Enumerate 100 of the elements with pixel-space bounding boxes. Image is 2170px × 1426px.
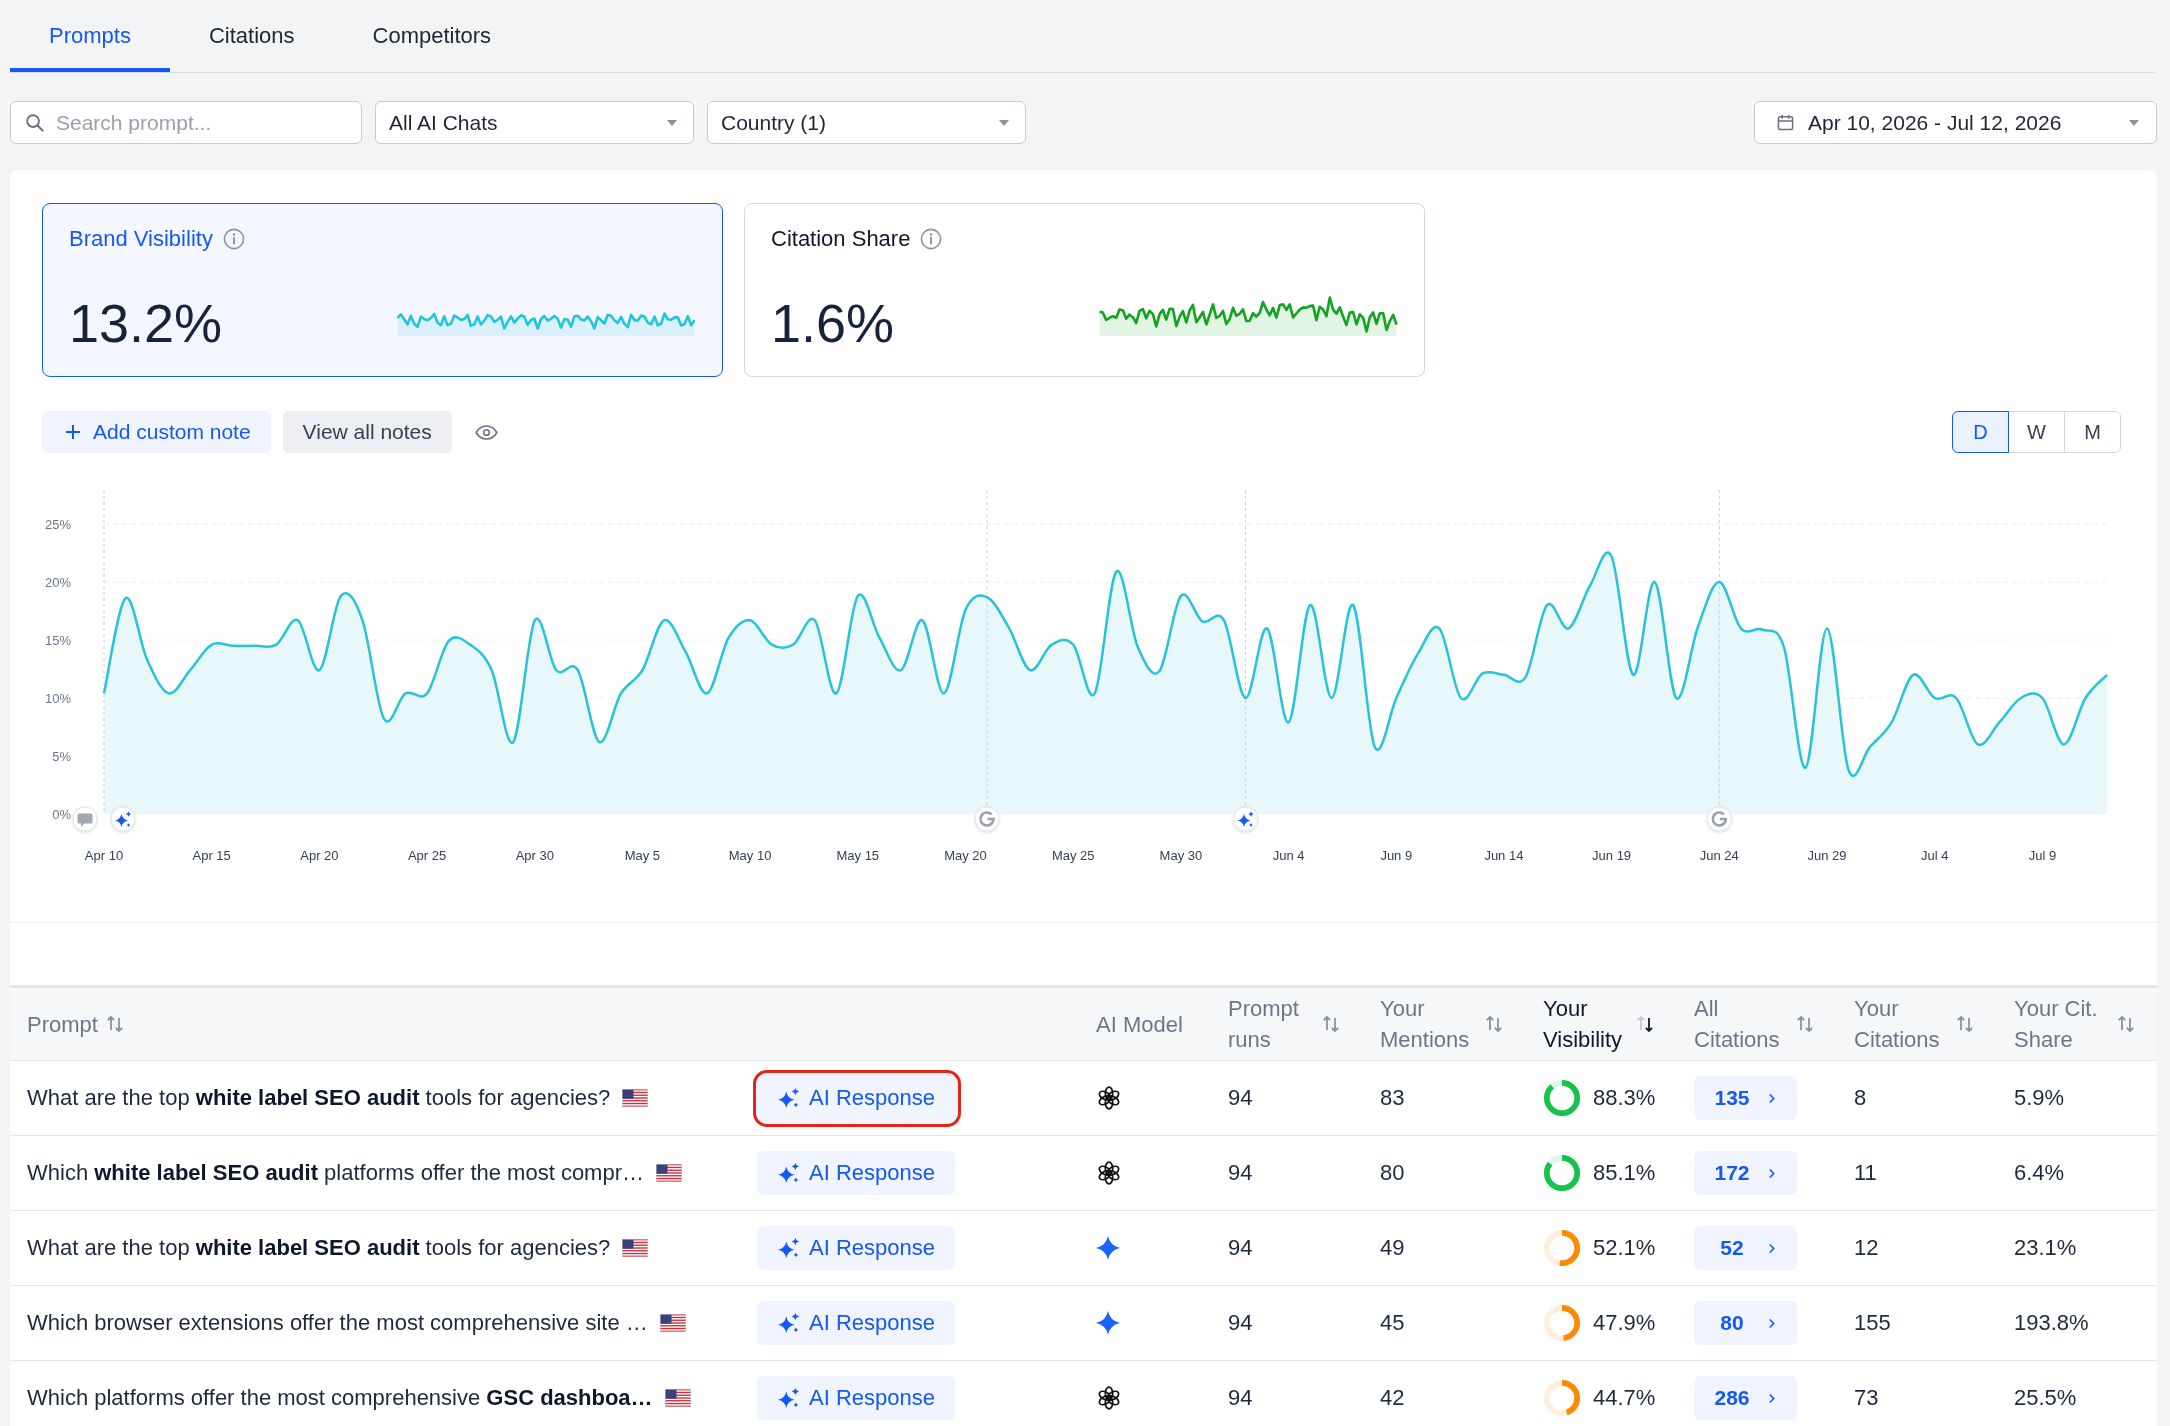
metric-card[interactable]: Citation Share 1.6% [744, 203, 1425, 377]
axis-label: Jul 4 [1920, 847, 1949, 863]
info-icon [920, 228, 943, 250]
period-toggle-button[interactable]: D [1952, 411, 2009, 453]
ai-response-button[interactable]: AI Response [753, 1069, 961, 1127]
chevron-icon [1768, 1167, 1775, 1179]
ai-response-button[interactable]: AI Response [757, 1301, 955, 1345]
caret-icon [999, 119, 1009, 126]
sparkle-icon [778, 1387, 800, 1409]
flag-icon [664, 1389, 691, 1407]
flag-icon [659, 1314, 686, 1332]
view-notes-button[interactable]: View all notes [282, 411, 452, 453]
flag-icon [622, 1239, 649, 1257]
axis-label: Apr 15 [192, 847, 231, 863]
sparkle-icon[interactable] [110, 806, 136, 832]
atom-icon [1096, 1385, 1122, 1411]
table-cell: 8 [1854, 1085, 1867, 1111]
chevron-icon [1768, 1392, 1775, 1404]
axis-label: Jun 9 [1380, 847, 1413, 863]
tab[interactable]: Citations [169, 0, 334, 72]
axis-label: May 15 [836, 847, 880, 863]
visibility-percent: 47.9% [1593, 1310, 1656, 1336]
axis-label: May 30 [1159, 847, 1203, 863]
prompt-text: What are the top white label SEO audit tools for agencies? [27, 1235, 611, 1261]
caret-icon [2129, 119, 2139, 126]
sort-icon[interactable] [1636, 1014, 1654, 1034]
ai-response-button[interactable]: AI Response [757, 1151, 955, 1195]
table-cell: 49 [1380, 1235, 1405, 1261]
column-header[interactable]: All Citations [1694, 993, 1814, 1055]
atom-icon [1096, 1085, 1122, 1111]
column-header[interactable]: Prompt runs [1228, 993, 1340, 1055]
table-cell: 193.8% [2014, 1310, 2089, 1336]
citations-link-button[interactable]: 52 [1694, 1226, 1797, 1270]
column-header[interactable]: Prompt [27, 1008, 124, 1040]
dropdown[interactable]: All AI Chats [375, 101, 694, 144]
ai-response-button[interactable]: AI Response [757, 1376, 955, 1420]
citations-link-button[interactable]: 286 [1694, 1376, 1797, 1420]
visibility-percent: 88.3% [1593, 1085, 1656, 1111]
axis-label: May 5 [624, 847, 661, 863]
dropdown[interactable]: Country (1) [707, 101, 1026, 144]
axis-label: Jun 19 [1592, 847, 1632, 863]
g-logo-icon[interactable] [1706, 806, 1732, 832]
citations-link-button[interactable]: 172 [1694, 1151, 1797, 1195]
column-header[interactable]: Your Visibility [1543, 993, 1654, 1055]
table-cell: 83 [1380, 1085, 1405, 1111]
chevron-icon [1768, 1317, 1775, 1329]
sparkle-icon [778, 1087, 800, 1109]
sparkle-icon [778, 1237, 800, 1259]
tab[interactable]: Prompts [10, 0, 170, 72]
four-point-star-icon [1096, 1236, 1120, 1260]
period-toggle-button[interactable]: M [2064, 411, 2121, 453]
axis-label: Apr 30 [515, 847, 554, 863]
prompt-text: Which platforms offer the most comprehensive GSC dashboa… [27, 1385, 653, 1411]
table-cell: 94 [1228, 1385, 1253, 1411]
axis-label: May 10 [728, 847, 772, 863]
flag-icon [622, 1089, 649, 1107]
column-header[interactable]: Your Cit. Share [2014, 993, 2135, 1055]
ai-response-button[interactable]: AI Response [757, 1226, 955, 1270]
calendar-icon [1777, 114, 1794, 131]
axis-label: 20% [44, 574, 71, 590]
metric-value: 13.2% [69, 293, 223, 353]
table-cell: 11 [1854, 1160, 1877, 1186]
add-note-button[interactable]: Add custom note [42, 411, 271, 453]
speech-bubble-icon[interactable] [72, 806, 98, 832]
citations-link-button[interactable]: 135 [1694, 1076, 1797, 1120]
column-header[interactable]: Your Citations [1854, 993, 1974, 1055]
citations-link-button[interactable]: 80 [1694, 1301, 1797, 1345]
search-field[interactable]: Search prompt... [10, 101, 362, 144]
caret-icon [667, 119, 677, 126]
tab[interactable]: Competitors [333, 0, 531, 72]
visibility-percent: 85.1% [1593, 1160, 1656, 1186]
axis-label: 5% [52, 748, 71, 764]
chevron-icon [1768, 1242, 1775, 1254]
period-toggle-button[interactable]: W [2008, 411, 2065, 453]
prompt-text: What are the top white label SEO audit tools for agencies? [27, 1085, 611, 1111]
axis-label: Jun 24 [1699, 847, 1739, 863]
column-header: AI Model [1096, 1010, 1184, 1039]
table-cell: 94 [1228, 1235, 1253, 1261]
table-cell: 80 [1380, 1160, 1405, 1186]
table-cell: 12 [1854, 1235, 1879, 1261]
axis-label: 25% [44, 516, 71, 532]
axis-label: 10% [44, 690, 71, 706]
sparkle-icon [778, 1312, 800, 1334]
axis-label: Apr 10 [84, 847, 124, 863]
metric-title: Brand Visibility [69, 226, 213, 252]
axis-label: May 20 [944, 847, 987, 863]
axis-label: 0% [52, 806, 71, 822]
g-logo-icon[interactable] [974, 806, 1000, 832]
visibility-percent: 44.7% [1593, 1385, 1656, 1411]
axis-label: May 25 [1051, 847, 1095, 863]
axis-label: Apr 20 [300, 847, 339, 863]
eye-icon[interactable] [474, 424, 498, 440]
axis-label: 15% [44, 632, 71, 648]
column-header[interactable]: Your Mentions [1380, 993, 1503, 1055]
sparkle-icon [778, 1162, 800, 1184]
sparkle-icon[interactable] [1233, 806, 1258, 832]
metric-card[interactable]: Brand Visibility 13.2% [42, 203, 723, 377]
atom-icon [1096, 1160, 1122, 1186]
date-range-picker[interactable]: Apr 10, 2026 - Jul 12, 2026 [1754, 101, 2157, 144]
axis-label: Apr 25 [407, 847, 447, 863]
